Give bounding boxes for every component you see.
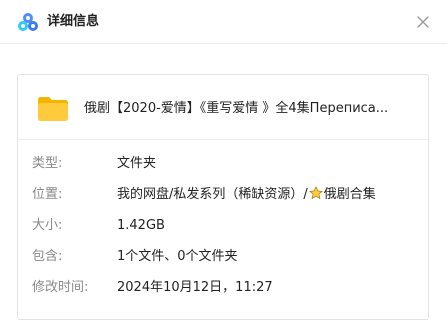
- details-card: 俄剧【2020-爱情】《重写爱情 》全4集Переписа... 类型: 文件夹…: [17, 74, 429, 320]
- size-label: 大小:: [32, 218, 63, 233]
- size-value: 1.42GB: [117, 218, 165, 233]
- modified-row: 修改时间: 2024年10月12日，11:27: [18, 278, 428, 298]
- contains-value: 1个文件、0个文件夹: [117, 249, 238, 264]
- folder-icon: [38, 97, 68, 121]
- size-row: 大小: 1.42GB: [18, 216, 428, 236]
- file-header: 俄剧【2020-爱情】《重写爱情 》全4集Переписа...: [18, 75, 428, 140]
- modified-value: 2024年10月12日，11:27: [117, 280, 273, 295]
- dialog-title: 详细信息: [47, 14, 100, 29]
- type-row: 类型: 文件夹: [18, 154, 428, 174]
- location-value[interactable]: 我的网盘/私发系列（稀缺资源）/ 俄剧合集: [117, 185, 376, 205]
- file-name: 俄剧【2020-爱情】《重写爱情 》全4集Переписа...: [84, 101, 389, 116]
- dialog-header: 详细信息: [0, 0, 447, 44]
- location-folder: 俄剧合集: [323, 187, 376, 202]
- baidu-netdisk-logo-icon: [18, 13, 38, 31]
- location-path: 我的网盘/私发系列（稀缺资源）/: [117, 187, 308, 202]
- location-row: 位置: 我的网盘/私发系列（稀缺资源）/ 俄剧合集: [18, 185, 428, 205]
- contains-row: 包含: 1个文件、0个文件夹: [18, 247, 428, 267]
- modified-label: 修改时间:: [32, 280, 89, 295]
- location-label: 位置:: [32, 187, 63, 202]
- type-value: 文件夹: [117, 156, 157, 171]
- type-label: 类型:: [32, 156, 63, 171]
- close-icon[interactable]: [411, 10, 435, 34]
- contains-label: 包含:: [32, 249, 63, 264]
- star-icon: [309, 186, 323, 199]
